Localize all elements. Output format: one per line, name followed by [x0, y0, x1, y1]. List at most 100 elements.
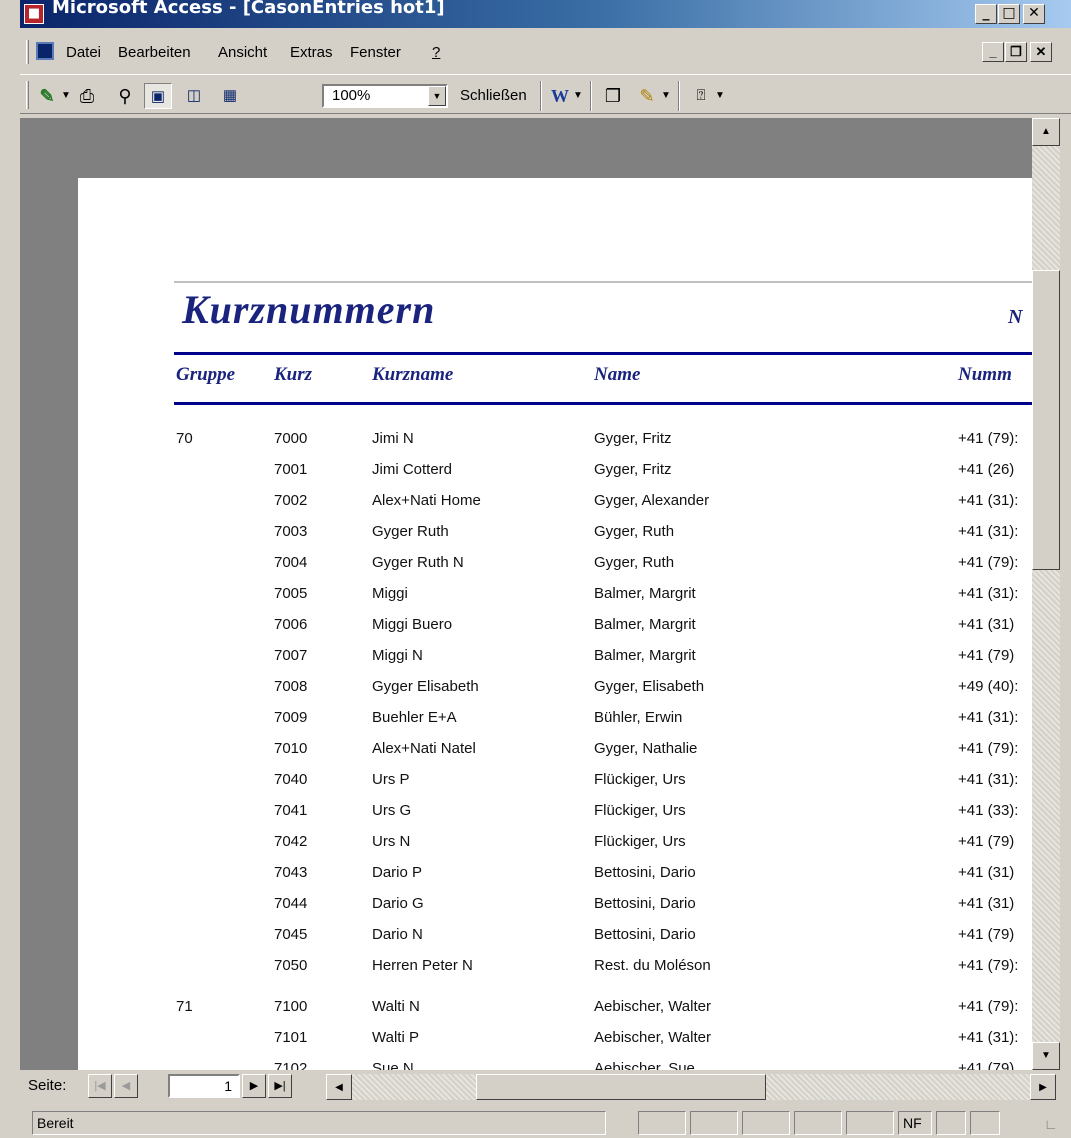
doc-minimize-button[interactable]: _	[982, 42, 1004, 62]
cell-kurzname: Urs N	[372, 833, 411, 850]
word-export-icon[interactable]: W	[548, 83, 572, 109]
cell-kurzname: Urs G	[372, 802, 412, 819]
help-dropdown-icon[interactable]: ▼	[714, 83, 726, 109]
vertical-scroll-thumb[interactable]	[1032, 270, 1060, 570]
status-text: Bereit	[32, 1111, 606, 1135]
cell-kurz: 7004	[274, 554, 308, 571]
menu-datei[interactable]: Datei	[66, 44, 101, 61]
report-preview-area: Kurznummern N Gruppe Kurz Kurzname Name …	[20, 118, 1032, 1070]
cell-kurzname: Jimi N	[372, 430, 414, 447]
last-page-icon[interactable]: ▶|	[268, 1074, 292, 1098]
cell-nummer: +49 (40):	[958, 678, 1019, 695]
help-icon[interactable]: ⍰	[688, 83, 714, 109]
num-lock-indicator: NF	[898, 1111, 932, 1135]
new-object-dropdown-icon[interactable]: ▼	[660, 83, 672, 109]
two-pages-icon[interactable]: ◫	[180, 83, 208, 109]
title-bar: ■ Microsoft Access - [CasonEntries hot1]…	[20, 0, 1071, 28]
cell-name: Flückiger, Urs	[594, 802, 686, 819]
vertical-scrollbar[interactable]: ▲ ▼	[1032, 118, 1060, 1070]
cell-kurzname: Gyger Ruth N	[372, 554, 464, 571]
scroll-down-icon[interactable]: ▼	[1032, 1042, 1060, 1070]
cell-kurz: 7101	[274, 1029, 308, 1046]
previous-page-icon[interactable]: ◀	[114, 1074, 138, 1098]
header-name: Name	[594, 364, 641, 385]
cell-kurzname: Gyger Ruth	[372, 523, 449, 540]
status-panel	[690, 1111, 738, 1135]
cell-kurz: 7100	[274, 998, 308, 1015]
maximize-button[interactable]: □	[998, 4, 1020, 24]
cell-nummer: +41 (31)	[958, 616, 1015, 633]
cell-nummer: +41 (79)	[958, 1060, 1015, 1070]
scroll-right-icon[interactable]: ▶	[1030, 1074, 1056, 1100]
cell-nummer: +41 (31):	[958, 492, 1019, 509]
cell-kurz: 7007	[274, 647, 308, 664]
menu-extras[interactable]: Extras	[290, 44, 333, 61]
table-row: 7101 Walti P Aebischer, Walter +41 (31):	[78, 1029, 1032, 1060]
cell-name: Aebischer, Sue	[594, 1060, 695, 1070]
chevron-down-icon[interactable]: ▼	[428, 86, 446, 106]
cell-kurz: 7000	[274, 430, 308, 447]
cell-nummer: +41 (79):	[958, 957, 1019, 974]
menu-ansicht[interactable]: Ansicht	[218, 44, 267, 61]
access-app-icon[interactable]: ■	[24, 4, 44, 24]
resize-grip-icon[interactable]: ∟	[1044, 1116, 1058, 1132]
cell-name: Flückiger, Urs	[594, 771, 686, 788]
cell-kurz: 7009	[274, 709, 308, 726]
header-gruppe: Gruppe	[176, 364, 236, 385]
table-row: 7005 Miggi Balmer, Margrit +41 (31):	[78, 585, 1032, 616]
page-navigation-bar: Seite: |◀ ◀ 1 ▶ ▶| ◀ ▶	[20, 1072, 1060, 1100]
cell-name: Gyger, Nathalie	[594, 740, 698, 757]
table-row: 7045 Dario N Bettosini, Dario +41 (79)	[78, 926, 1032, 957]
close-preview-button[interactable]: Schließen	[460, 83, 527, 109]
horizontal-scrollbar[interactable]: ◀ ▶	[326, 1074, 1056, 1100]
menu-bearbeiten[interactable]: Bearbeiten	[118, 44, 191, 61]
printer-icon[interactable]: ⎙	[74, 83, 100, 109]
document-icon[interactable]	[36, 42, 54, 60]
first-page-icon[interactable]: |◀	[88, 1074, 112, 1098]
cell-kurz: 7102	[274, 1060, 308, 1070]
cell-nummer: +41 (31):	[958, 709, 1019, 726]
database-window-icon[interactable]: ❐	[600, 83, 626, 109]
cell-kurz: 7044	[274, 895, 308, 912]
cell-name: Gyger, Elisabeth	[594, 678, 705, 695]
table-row: 7041 Urs G Flückiger, Urs +41 (33):	[78, 802, 1032, 833]
new-object-icon[interactable]: ✎	[634, 83, 660, 109]
horizontal-scroll-thumb[interactable]	[476, 1074, 766, 1100]
table-row: 7001 Jimi Cotterd Gyger, Fritz +41 (26)	[78, 461, 1032, 492]
view-icon[interactable]: ✎	[34, 83, 60, 109]
cell-name: Gyger, Alexander	[594, 492, 710, 509]
cell-kurz: 7001	[274, 461, 308, 478]
cell-name: Balmer, Margrit	[594, 647, 696, 664]
window-title: Microsoft Access - [CasonEntries hot1]	[52, 0, 445, 18]
view-dropdown-icon[interactable]: ▼	[60, 83, 72, 109]
status-panel	[846, 1111, 894, 1135]
cell-nummer: +41 (33):	[958, 802, 1019, 819]
cell-kurzname: Walti N	[372, 998, 420, 1015]
table-row: 7044 Dario G Bettosini, Dario +41 (31)	[78, 895, 1032, 926]
cell-kurzname: Alex+Nati Home	[372, 492, 481, 509]
cell-nummer: +41 (79):	[958, 998, 1019, 1015]
zoom-magnifier-icon[interactable]: ⚲	[112, 83, 138, 109]
doc-restore-button[interactable]: ❐	[1005, 42, 1027, 62]
cell-kurzname: Walti P	[372, 1029, 419, 1046]
cell-name: Aebischer, Walter	[594, 1029, 711, 1046]
one-page-icon[interactable]: ▣	[144, 83, 172, 109]
menu-fenster[interactable]: Fenster	[350, 44, 401, 61]
zoom-select[interactable]: 100% ▼	[322, 84, 448, 108]
doc-close-button[interactable]: ✕	[1030, 42, 1052, 62]
cell-kurz: 7010	[274, 740, 308, 757]
menu-help[interactable]: ?	[432, 44, 440, 61]
report-title: Kurznummern	[182, 287, 436, 332]
scroll-left-icon[interactable]: ◀	[326, 1074, 352, 1100]
page-number-input[interactable]: 1	[168, 1074, 240, 1098]
table-row: 7008 Gyger Elisabeth Gyger, Elisabeth +49 (…	[78, 678, 1032, 709]
minimize-button[interactable]: _	[975, 4, 997, 24]
multiple-pages-icon[interactable]: ▦	[216, 83, 244, 109]
table-row: 7004 Gyger Ruth N Gyger, Ruth +41 (79):	[78, 554, 1032, 585]
cell-name: Flückiger, Urs	[594, 833, 686, 850]
next-page-icon[interactable]: ▶	[242, 1074, 266, 1098]
close-window-button[interactable]: ✕	[1023, 4, 1045, 24]
scroll-up-icon[interactable]: ▲	[1032, 118, 1060, 146]
menu-bar: Datei Bearbeiten Ansicht Extras Fenster …	[20, 36, 1071, 68]
export-dropdown-icon[interactable]: ▼	[572, 83, 584, 109]
